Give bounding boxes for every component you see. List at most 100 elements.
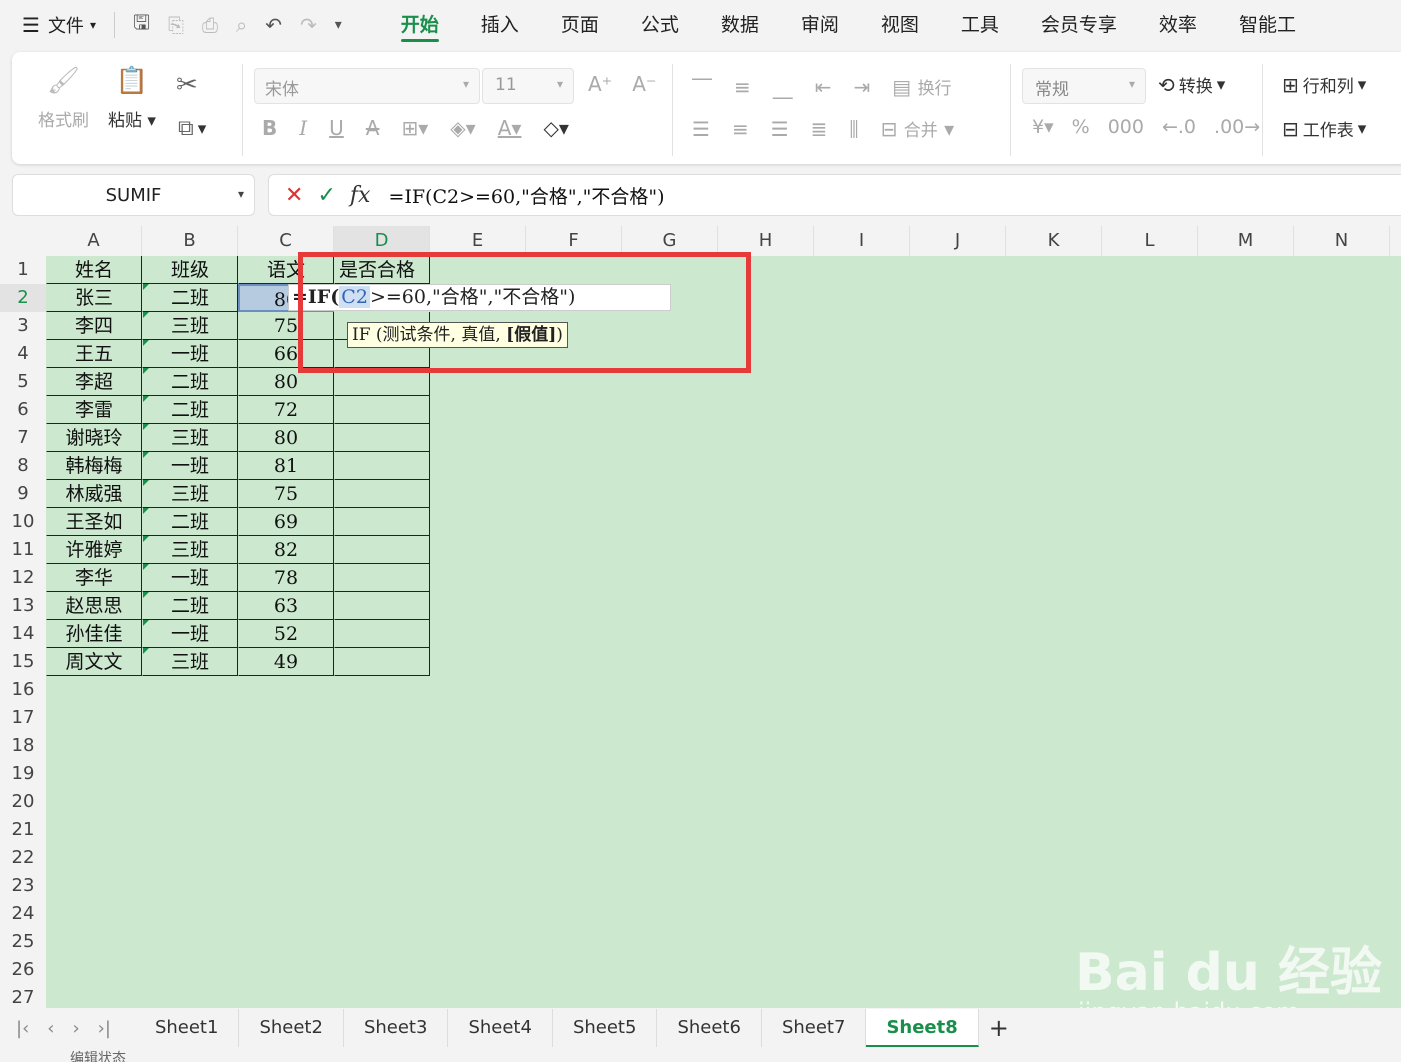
justify-icon[interactable]: ≣ bbox=[811, 117, 828, 141]
font-size-select[interactable]: 11 ▾ bbox=[482, 68, 574, 104]
sheet-tab-5[interactable]: Sheet5 bbox=[553, 1009, 658, 1047]
row-header-27[interactable]: 27 bbox=[0, 984, 46, 1008]
align-left-icon[interactable]: ☰ bbox=[692, 117, 710, 141]
row-header-5[interactable]: 5 bbox=[0, 368, 46, 396]
column-header-l[interactable]: L bbox=[1102, 226, 1198, 256]
table-cell[interactable] bbox=[334, 480, 430, 508]
header-cell[interactable]: 姓名 bbox=[46, 256, 142, 284]
table-cell[interactable]: 二班 bbox=[142, 592, 238, 620]
row-header-24[interactable]: 24 bbox=[0, 900, 46, 928]
tab-member[interactable]: 会员专享 bbox=[1020, 0, 1138, 50]
row-header-12[interactable]: 12 bbox=[0, 564, 46, 592]
print-preview-icon[interactable]: ⌕ bbox=[236, 13, 247, 37]
row-header-21[interactable]: 21 bbox=[0, 816, 46, 844]
column-header-k[interactable]: K bbox=[1006, 226, 1102, 256]
table-cell[interactable]: 林威强 bbox=[46, 480, 142, 508]
print-icon[interactable]: ⎙ bbox=[202, 13, 218, 37]
tab-page[interactable]: 页面 bbox=[540, 0, 620, 50]
italic-icon[interactable]: I bbox=[299, 116, 307, 140]
row-header-18[interactable]: 18 bbox=[0, 732, 46, 760]
sheet-tab-2[interactable]: Sheet2 bbox=[239, 1009, 344, 1047]
confirm-icon[interactable]: ✓ bbox=[317, 183, 335, 208]
table-cell[interactable]: 三班 bbox=[142, 480, 238, 508]
tab-review[interactable]: 审阅 bbox=[780, 0, 860, 50]
row-header-11[interactable]: 11 bbox=[0, 536, 46, 564]
convert-button[interactable]: ⟲ 转换 ▾ bbox=[1158, 72, 1225, 98]
row-header-17[interactable]: 17 bbox=[0, 704, 46, 732]
sheet-tab-3[interactable]: Sheet3 bbox=[344, 1009, 449, 1047]
number-format-select[interactable]: 常规 ▾ bbox=[1022, 68, 1146, 104]
row-header-7[interactable]: 7 bbox=[0, 424, 46, 452]
row-header-20[interactable]: 20 bbox=[0, 788, 46, 816]
sheet-tab-7[interactable]: Sheet7 bbox=[762, 1009, 867, 1047]
tab-insert[interactable]: 插入 bbox=[460, 0, 540, 50]
share-icon[interactable]: ⎘ bbox=[168, 13, 184, 37]
name-box[interactable]: SUMIF ▾ bbox=[12, 174, 255, 216]
row-header-14[interactable]: 14 bbox=[0, 620, 46, 648]
row-header-13[interactable]: 13 bbox=[0, 592, 46, 620]
rows-cols-button[interactable]: ⊞ 行和列 ▾ bbox=[1282, 72, 1366, 98]
table-cell[interactable]: 张三 bbox=[46, 284, 142, 312]
table-cell[interactable] bbox=[334, 396, 430, 424]
format-painter-button[interactable]: 🖌 格式刷 bbox=[38, 66, 89, 131]
table-cell[interactable]: 69 bbox=[238, 508, 334, 536]
file-menu[interactable]: ☰ 文件 ▾ bbox=[0, 12, 96, 38]
sheet-tab-8[interactable]: Sheet8 bbox=[866, 1009, 979, 1047]
row-header-22[interactable]: 22 bbox=[0, 844, 46, 872]
table-cell[interactable]: 二班 bbox=[142, 368, 238, 396]
column-header-m[interactable]: M bbox=[1198, 226, 1294, 256]
table-cell[interactable] bbox=[334, 452, 430, 480]
table-cell[interactable]: 李雷 bbox=[46, 396, 142, 424]
table-cell[interactable]: 75 bbox=[238, 480, 334, 508]
underline-icon[interactable]: U bbox=[329, 116, 344, 140]
table-cell[interactable]: 二班 bbox=[142, 284, 238, 312]
undo-icon[interactable]: ↶ bbox=[265, 13, 282, 37]
align-middle-icon[interactable]: ≡ bbox=[734, 75, 751, 99]
merge-button[interactable]: ⊟ 合并 ▾ bbox=[881, 116, 955, 141]
tab-data[interactable]: 数据 bbox=[700, 0, 780, 50]
table-cell[interactable]: 李华 bbox=[46, 564, 142, 592]
tab-view[interactable]: 视图 bbox=[860, 0, 940, 50]
table-cell[interactable]: 赵思思 bbox=[46, 592, 142, 620]
column-header-a[interactable]: A bbox=[46, 226, 142, 256]
clear-icon[interactable]: ◇▾ bbox=[543, 116, 568, 140]
last-sheet-icon[interactable]: ›| bbox=[98, 1018, 111, 1039]
tab-ai-tools[interactable]: 智能工 bbox=[1218, 0, 1317, 50]
header-cell[interactable]: 班级 bbox=[142, 256, 238, 284]
row-header-9[interactable]: 9 bbox=[0, 480, 46, 508]
font-color-icon[interactable]: A▾ bbox=[498, 116, 522, 140]
table-cell[interactable] bbox=[334, 648, 430, 676]
table-cell[interactable]: 一班 bbox=[142, 620, 238, 648]
tab-formula[interactable]: 公式 bbox=[620, 0, 700, 50]
distributed-icon[interactable]: ⫼ bbox=[849, 117, 858, 141]
wrap-text-button[interactable]: ▤ 换行 bbox=[892, 74, 951, 99]
table-cell[interactable] bbox=[334, 564, 430, 592]
more-icon[interactable]: ▾ bbox=[335, 17, 342, 33]
decrease-font-icon[interactable]: A⁻ bbox=[632, 72, 656, 96]
formula-input[interactable]: =IF(C2>=60,"合格","不合格") bbox=[388, 182, 664, 209]
align-right-icon[interactable]: ☰ bbox=[771, 117, 789, 141]
insert-function-icon[interactable]: fx bbox=[350, 183, 371, 208]
table-cell[interactable] bbox=[334, 536, 430, 564]
cancel-icon[interactable]: ✕ bbox=[285, 183, 303, 208]
table-cell[interactable]: 谢晓玲 bbox=[46, 424, 142, 452]
table-cell[interactable] bbox=[334, 424, 430, 452]
font-name-select[interactable]: 宋体 ▾ bbox=[254, 68, 480, 104]
table-cell[interactable] bbox=[334, 508, 430, 536]
table-cell[interactable]: 81 bbox=[238, 452, 334, 480]
table-cell[interactable]: 52 bbox=[238, 620, 334, 648]
table-cell[interactable]: 80 bbox=[238, 424, 334, 452]
table-cell[interactable]: 王五 bbox=[46, 340, 142, 368]
table-cell[interactable]: 韩梅梅 bbox=[46, 452, 142, 480]
worksheet-button[interactable]: ⊟ 工作表 ▾ bbox=[1282, 116, 1366, 142]
table-cell[interactable]: 63 bbox=[238, 592, 334, 620]
align-center-icon[interactable]: ≡ bbox=[732, 117, 749, 141]
align-top-icon[interactable]: ⎺ bbox=[692, 75, 712, 99]
table-cell[interactable]: 孙佳佳 bbox=[46, 620, 142, 648]
decrease-indent-icon[interactable]: ⇤ bbox=[815, 75, 832, 99]
row-header-3[interactable]: 3 bbox=[0, 312, 46, 340]
table-cell[interactable]: 72 bbox=[238, 396, 334, 424]
column-header-b[interactable]: B bbox=[142, 226, 238, 256]
save-icon[interactable]: 🖫 bbox=[133, 8, 150, 42]
table-cell[interactable]: 李超 bbox=[46, 368, 142, 396]
